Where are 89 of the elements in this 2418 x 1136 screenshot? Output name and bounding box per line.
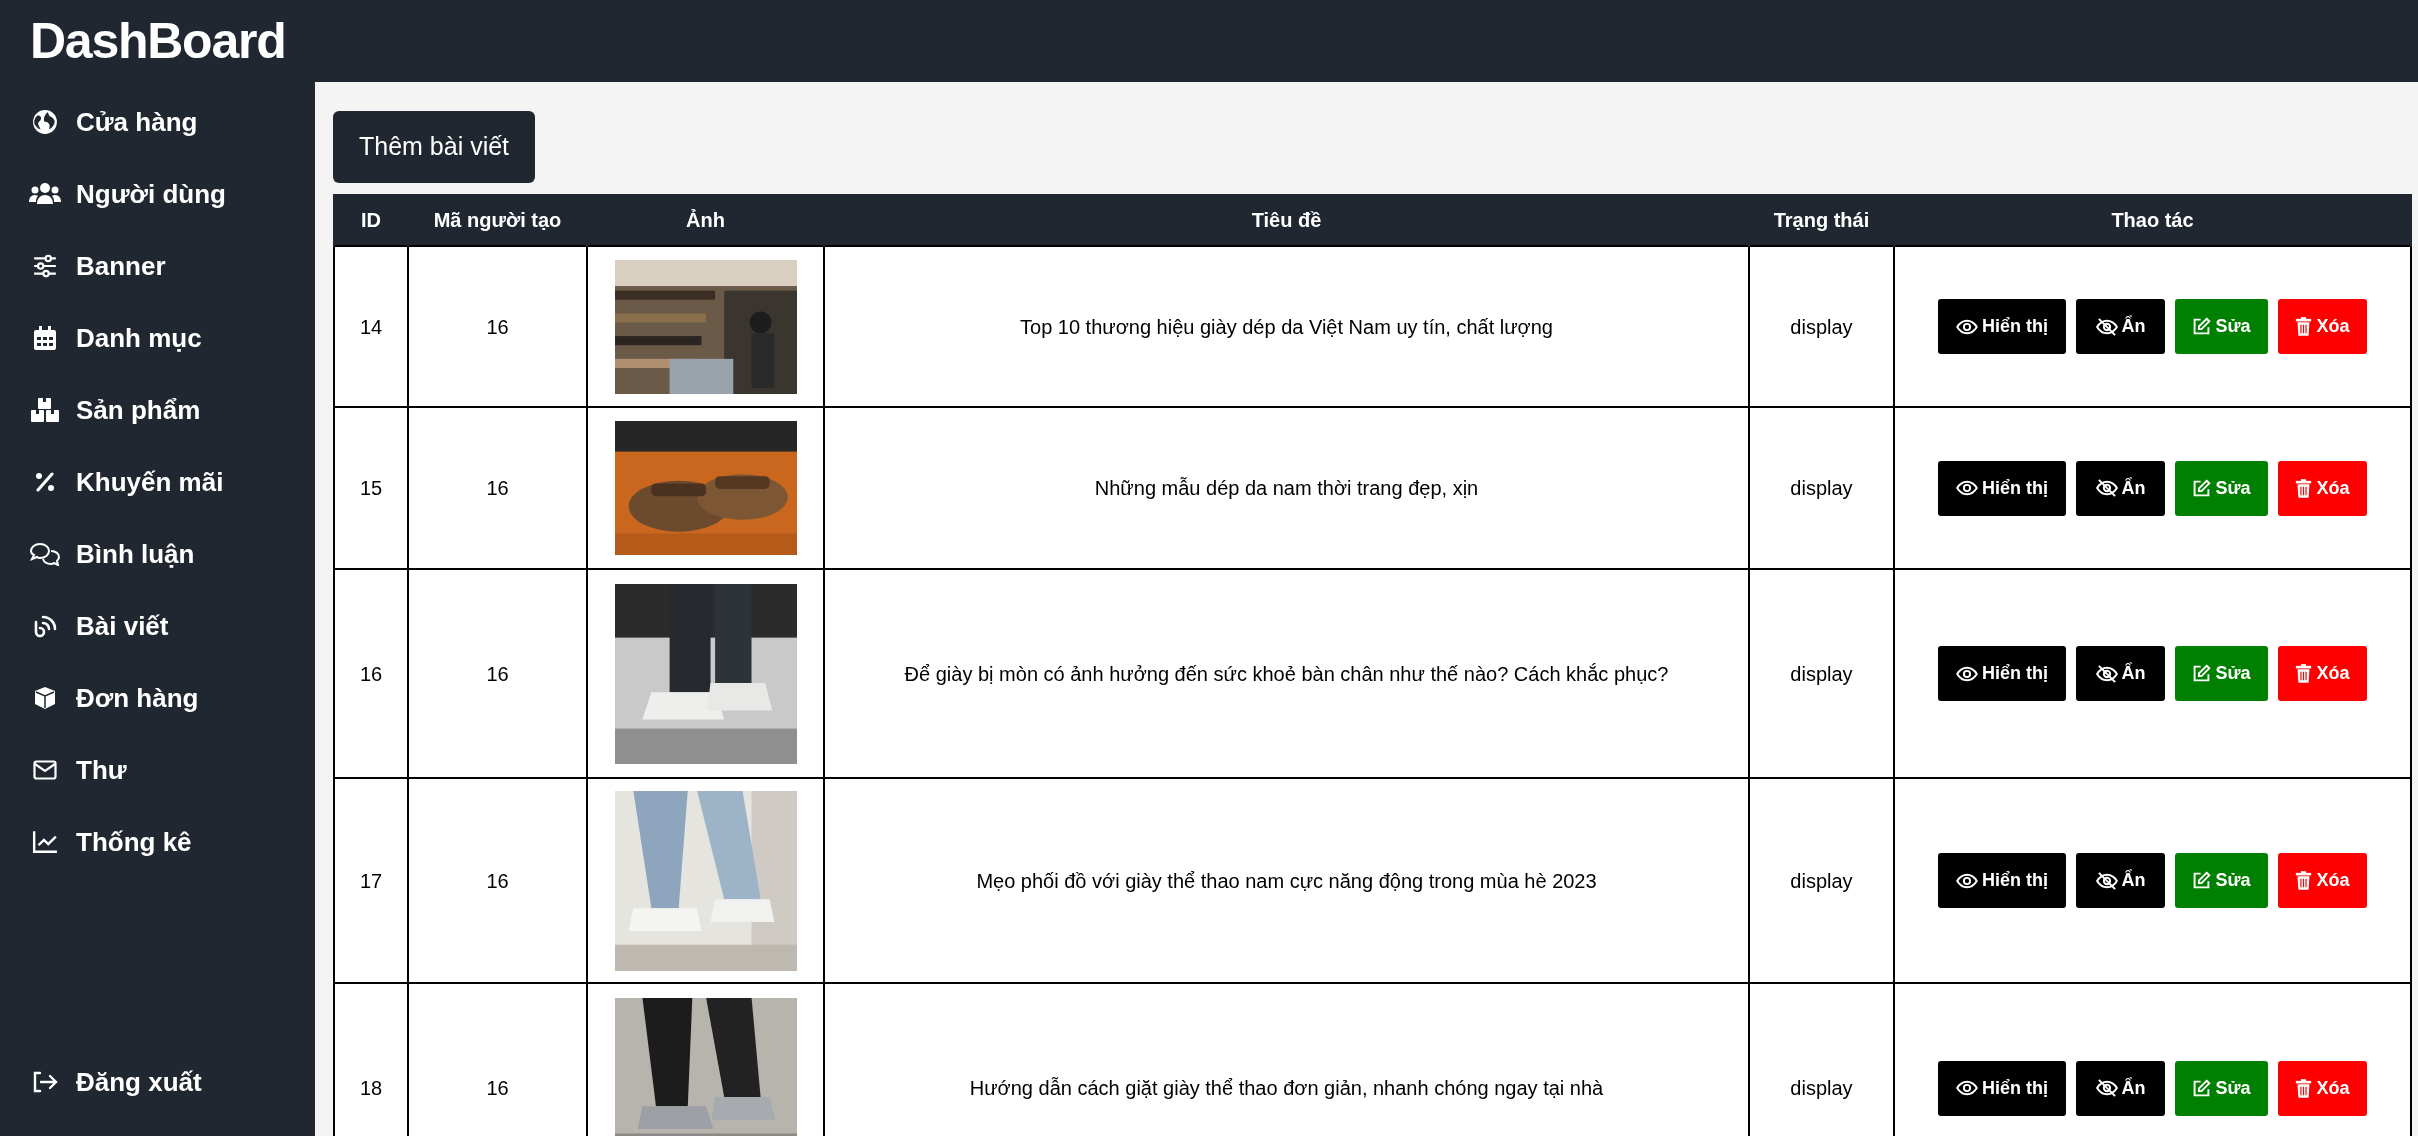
title-cell: Top 10 thương hiệu giày dép da Việt Nam uy tín, chất lượng: [824, 246, 1749, 407]
percent-icon: [35, 472, 55, 492]
column-header: Ảnh: [587, 194, 824, 246]
edit-button[interactable]: Sửa: [2175, 1060, 2268, 1116]
status-cell: display: [1749, 407, 1894, 569]
eye-slash-icon: [2095, 317, 2118, 336]
column-header: Trạng thái: [1749, 194, 1894, 246]
delete-button[interactable]: Xóa: [2278, 646, 2367, 701]
edit-button[interactable]: Sửa: [2175, 460, 2268, 516]
edit-button[interactable]: Sửa: [2175, 299, 2268, 354]
delete-button[interactable]: Xóa: [2278, 1060, 2367, 1116]
cube-icon: [33, 686, 57, 710]
trash-icon: [2295, 478, 2313, 498]
edit-icon: [2192, 871, 2212, 890]
eye-icon: [1956, 1080, 1978, 1096]
creator-cell: 16: [408, 778, 587, 983]
rss-icon: [33, 614, 57, 638]
column-header: Tiêu đề: [824, 194, 1749, 246]
edit-icon: [2192, 478, 2212, 498]
hide-button[interactable]: Ẩn: [2076, 460, 2165, 516]
edit-button[interactable]: Sửa: [2175, 646, 2268, 701]
eye-slash-icon: [2095, 1079, 2118, 1097]
eye-icon: [1956, 318, 1978, 335]
sidebar-item[interactable]: Người dùng: [0, 158, 315, 230]
trash-icon: [2295, 317, 2313, 336]
sidebar-item[interactable]: Danh mục: [0, 302, 315, 374]
envelope-icon: [33, 760, 57, 780]
globe-icon: [32, 109, 58, 135]
creator-cell: 16: [408, 569, 587, 778]
trash-icon: [2295, 664, 2313, 683]
id-cell: 16: [334, 569, 408, 778]
edit-icon: [2192, 1078, 2212, 1098]
id-cell: 18: [334, 983, 408, 1136]
sidebar-item[interactable]: Đăng xuất: [0, 1046, 315, 1118]
hide-button[interactable]: Ẩn: [2076, 853, 2165, 908]
show-button[interactable]: Hiển thị: [1938, 646, 2066, 701]
title-cell: Những mẫu dép da nam thời trang đẹp, xịn: [824, 407, 1749, 569]
eye-icon: [1956, 665, 1978, 682]
calendar-icon: [34, 325, 56, 351]
title-cell: Mẹo phối đồ với giày thể thao nam cực năng động trong mùa hè 2023: [824, 778, 1749, 983]
column-header: Mã người tạo: [408, 194, 587, 246]
sidebar-item[interactable]: Cửa hàng: [0, 86, 315, 158]
status-cell: display: [1749, 778, 1894, 983]
logout-icon: [32, 1071, 58, 1093]
eye-slash-icon: [2095, 479, 2118, 497]
sliders-icon: [32, 253, 58, 279]
status-cell: display: [1749, 246, 1894, 407]
column-header: ID: [334, 194, 408, 246]
eye-slash-icon: [2095, 871, 2118, 890]
delete-button[interactable]: Xóa: [2278, 299, 2367, 354]
delete-button[interactable]: Xóa: [2278, 460, 2367, 516]
delete-button[interactable]: Xóa: [2278, 853, 2367, 908]
column-header: Thao tác: [1894, 194, 2411, 246]
sidebar-item[interactable]: Bài viết: [0, 590, 315, 662]
eye-slash-icon: [2095, 664, 2118, 683]
status-cell: display: [1749, 569, 1894, 778]
id-cell: 14: [334, 246, 408, 407]
sidebar-item[interactable]: Thống kê: [0, 806, 315, 878]
show-button[interactable]: Hiển thị: [1938, 1060, 2066, 1116]
show-button[interactable]: Hiển thị: [1938, 853, 2066, 908]
trash-icon: [2295, 871, 2313, 890]
creator-cell: 16: [408, 407, 587, 569]
eye-icon: [1956, 480, 1978, 496]
comments-icon: [29, 542, 61, 566]
hide-button[interactable]: Ẩn: [2076, 1060, 2165, 1116]
dashboard-title: DashBoard: [29, 12, 287, 71]
eye-icon: [1956, 872, 1978, 889]
edit-button[interactable]: Sửa: [2175, 853, 2268, 908]
creator-cell: 16: [408, 246, 587, 407]
edit-icon: [2192, 664, 2212, 683]
show-button[interactable]: Hiển thị: [1938, 460, 2066, 516]
trash-icon: [2295, 1078, 2313, 1098]
add-post-button[interactable]: Thêm bài viết: [333, 111, 536, 183]
sidebar-item[interactable]: Thư: [0, 734, 315, 806]
sidebar-item[interactable]: Bình luận: [0, 518, 315, 590]
hide-button[interactable]: Ẩn: [2076, 299, 2165, 354]
id-cell: 17: [334, 778, 408, 983]
boxes-icon: [31, 398, 59, 422]
title-cell: Để giày bị mòn có ảnh hưởng đến sức khoẻ bàn chân như thế nào? Cách khắc phục?: [824, 569, 1749, 778]
sidebar-item[interactable]: Banner: [0, 230, 315, 302]
line-chart-icon: [32, 830, 58, 854]
show-button[interactable]: Hiển thị: [1938, 299, 2066, 354]
id-cell: 15: [334, 407, 408, 569]
sidebar-item[interactable]: Sản phẩm: [0, 374, 315, 446]
sidebar-item[interactable]: Khuyến mãi: [0, 446, 315, 518]
sidebar-item[interactable]: Đơn hàng: [0, 662, 315, 734]
hide-button[interactable]: Ẩn: [2076, 646, 2165, 701]
users-icon: [29, 182, 61, 206]
edit-icon: [2192, 317, 2212, 336]
